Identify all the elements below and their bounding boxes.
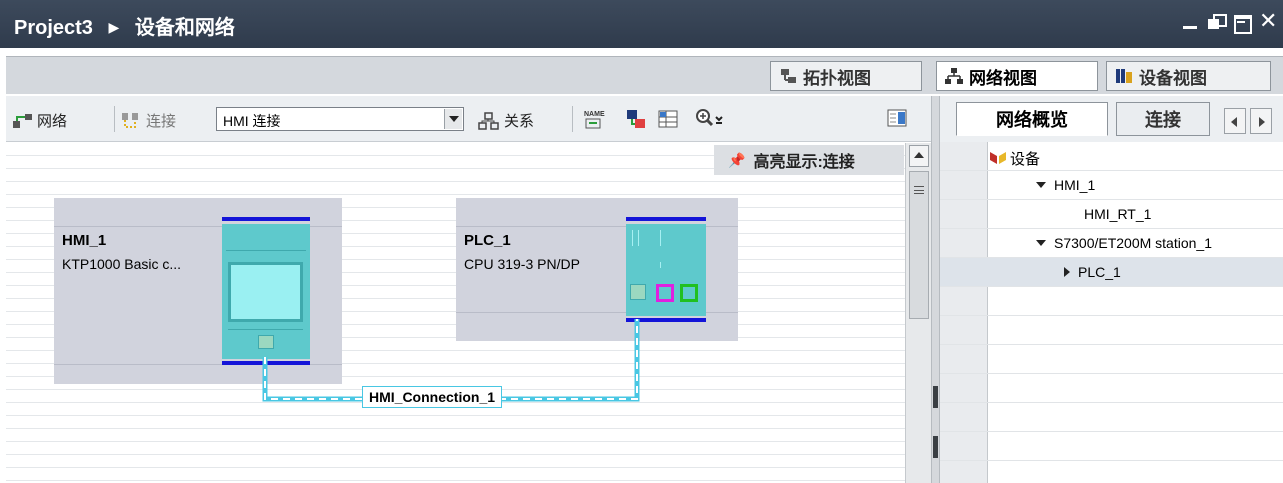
device-header-icon <box>990 152 1006 164</box>
collapse-icon[interactable] <box>1064 267 1070 277</box>
tab-device-label: 设备视图 <box>1139 68 1207 88</box>
breadcrumb-section: 设备和网络 <box>134 17 235 39</box>
view-tab-strip: 拓扑视图 网络视图 设备视图 <box>6 56 1283 94</box>
zoom-in-icon <box>696 109 723 127</box>
tree-row-hmi-runtime[interactable]: HMI_RT_1 <box>940 200 1283 229</box>
minimize-icon[interactable] <box>1181 12 1199 32</box>
tree-row-empty <box>940 432 1283 461</box>
scroll-tabs-left-icon[interactable] <box>1224 108 1246 134</box>
name-tag-icon: NAME <box>584 111 605 129</box>
network-view-icon <box>945 67 963 85</box>
network-toolbar: 网络 连接 HMI 连接 关系 NAME <box>6 96 931 142</box>
overview-tab-strip: 网络概览 连接 <box>940 96 1283 142</box>
connection-type-select[interactable]: HMI 连接 <box>216 107 464 131</box>
connect-button[interactable]: 连接 <box>120 110 176 131</box>
tree-row-empty <box>940 374 1283 403</box>
tab-topology-label: 拓扑视图 <box>803 68 871 88</box>
tab-network-overview[interactable]: 网络概览 <box>956 102 1108 136</box>
tree-row-plc[interactable]: PLC_1 <box>940 258 1283 287</box>
panel-toggle-button[interactable] <box>886 108 908 128</box>
hmi-connection-line[interactable] <box>6 143 905 483</box>
connect-icon <box>122 112 138 128</box>
chevron-down-icon[interactable] <box>444 109 462 129</box>
float-icon[interactable] <box>1207 12 1227 32</box>
toolbar-divider <box>114 106 115 132</box>
address-button[interactable] <box>624 107 648 131</box>
svg-text:NAME: NAME <box>584 111 605 118</box>
network-button[interactable]: 网络 <box>12 110 67 131</box>
tree-item-label: PLC_1 <box>1078 264 1121 280</box>
network-button-label: 网络 <box>37 113 68 130</box>
panel-toggle-icon <box>887 109 907 127</box>
breadcrumb-separator-icon: ▶ <box>108 19 120 35</box>
collapse-right-icon[interactable] <box>933 436 938 458</box>
scroll-up-icon[interactable] <box>909 145 929 167</box>
connect-button-label: 连接 <box>146 113 177 130</box>
relations-button-label: 关系 <box>504 113 535 130</box>
tree-item-label: HMI_1 <box>1054 177 1096 193</box>
window-title: Project3 ▶ 设备和网络 <box>14 11 235 40</box>
expand-icon[interactable] <box>1036 240 1046 246</box>
breadcrumb-project[interactable]: Project3 <box>14 17 93 39</box>
topology-icon <box>779 67 797 85</box>
name-display-button[interactable]: NAME <box>582 107 606 131</box>
tree-row-empty <box>940 403 1283 432</box>
expand-icon[interactable] <box>1036 182 1046 188</box>
network-canvas[interactable]: 📌 高亮显示:连接 HMI_1 KTP1000 Basic c... PLC_1… <box>6 143 905 483</box>
tree-item-label: S7300/ET200M station_1 <box>1054 235 1212 251</box>
tab-network-label: 网络视图 <box>969 68 1037 88</box>
window-controls: ✕ <box>1181 10 1277 34</box>
canvas-vertical-scrollbar[interactable] <box>905 143 931 483</box>
toolbar-divider <box>572 106 573 132</box>
scroll-thumb[interactable] <box>909 171 929 319</box>
table-icon <box>658 110 678 128</box>
tree-header-label: 设备 <box>1010 151 1041 168</box>
table-button[interactable] <box>656 107 680 131</box>
zoom-button[interactable] <box>694 107 726 131</box>
device-view-icon <box>1115 67 1133 85</box>
tree-row-station[interactable]: S7300/ET200M station_1 <box>940 229 1283 258</box>
tree-row-empty <box>940 287 1283 316</box>
tab-network-view[interactable]: 网络视图 <box>936 61 1098 91</box>
relations-icon <box>478 111 499 130</box>
tab-device-view[interactable]: 设备视图 <box>1106 61 1271 91</box>
tree-row-empty <box>940 345 1283 374</box>
relations-button[interactable]: 关系 <box>478 110 534 131</box>
connection-label[interactable]: HMI_Connection_1 <box>362 386 503 408</box>
tree-header[interactable]: 设备 <box>940 142 1283 171</box>
tab-connections[interactable]: 连接 <box>1116 102 1210 136</box>
scroll-tabs-right-icon[interactable] <box>1250 108 1272 134</box>
maximize-icon[interactable] <box>1233 12 1252 34</box>
tab-topology-view[interactable]: 拓扑视图 <box>770 61 922 91</box>
tree-row-empty <box>940 316 1283 345</box>
title-bar: Project3 ▶ 设备和网络 ✕ <box>0 0 1283 48</box>
panel-splitter[interactable] <box>931 96 940 483</box>
network-icon <box>13 113 32 128</box>
tree-row-hmi[interactable]: HMI_1 <box>940 171 1283 200</box>
collapse-left-icon[interactable] <box>933 386 938 408</box>
network-overview-tree: 设备 HMI_1 HMI_RT_1 S7300/ET200M station_1… <box>940 142 1283 483</box>
network-address-icon <box>627 110 645 128</box>
connection-type-value: HMI 连接 <box>223 113 281 129</box>
close-icon[interactable]: ✕ <box>1259 10 1277 32</box>
tree-item-label: HMI_RT_1 <box>1084 206 1152 222</box>
